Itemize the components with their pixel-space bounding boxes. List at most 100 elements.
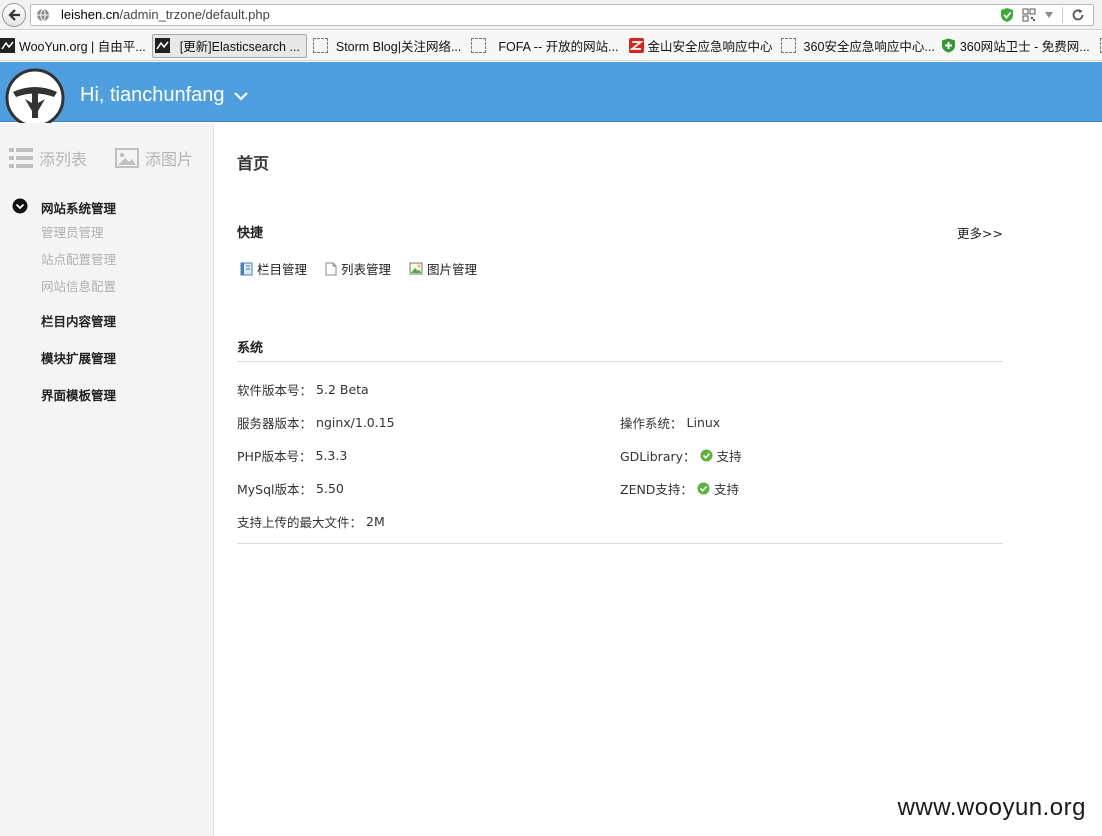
wooyun-favicon-icon bbox=[154, 38, 170, 53]
zend-row: ZEND支持： 支持 bbox=[620, 479, 739, 498]
software-version-value: 5.2 Beta bbox=[316, 382, 369, 397]
bookmark-360-wangzhan[interactable]: 360网站卫士 - 免费网... bbox=[941, 34, 1096, 58]
bookmark-label: FOFA -- 开放的网站... bbox=[498, 40, 619, 54]
check-circle-icon bbox=[697, 482, 710, 495]
bookmark-label: WooYun.org | 自由平... bbox=[19, 40, 146, 54]
bookmark-label: 金山安全应急响应中心 bbox=[647, 40, 773, 54]
bookmark-label: 360安全应急响应中心... bbox=[803, 40, 935, 54]
watermark: www.wooyun.org bbox=[897, 794, 1086, 821]
quick-links: 栏目管理 列表管理 图片管理 bbox=[240, 259, 477, 278]
quick-link-picture-manage[interactable]: 图片管理 bbox=[409, 259, 477, 278]
shield-check-icon[interactable] bbox=[1000, 7, 1014, 23]
back-arrow-icon bbox=[8, 9, 20, 21]
sidebar-group-module-extension[interactable]: 模块扩展管理 bbox=[0, 347, 213, 367]
bookmark-360-src[interactable]: 360安全应急响应中心... bbox=[780, 34, 941, 58]
app-header: Hi, tianchunfang bbox=[0, 62, 1102, 128]
bookmark-elasticsearch[interactable]: [更新]Elasticsearch ... bbox=[151, 33, 307, 58]
bookmark-wooyun[interactable]: WooYun.org | 自由平... bbox=[0, 34, 152, 58]
upload-max-row: 支持上传的最大文件： 2M bbox=[237, 512, 385, 531]
quick-link-column-manage[interactable]: 栏目管理 bbox=[240, 259, 307, 278]
os-label: 操作系统： bbox=[620, 416, 683, 431]
bookmark-kingsoft[interactable]: 金山安全应急响应中心 bbox=[628, 34, 779, 58]
php-version-value: 5.3.3 bbox=[315, 448, 348, 463]
url-domain: leishen.cn bbox=[61, 7, 120, 22]
server-version-value: nginx/1.0.15 bbox=[316, 415, 395, 430]
wooyun-favicon-icon bbox=[0, 38, 15, 53]
back-button[interactable] bbox=[2, 3, 26, 27]
software-version-label: 软件版本号： bbox=[237, 383, 313, 398]
add-image-label: 添图片 bbox=[145, 150, 194, 169]
sidebar-group-ui-template[interactable]: 界面模板管理 bbox=[0, 384, 213, 404]
qr-code-icon[interactable] bbox=[1022, 8, 1036, 22]
bookmark-label: [更新]Elasticsearch ... bbox=[179, 40, 300, 54]
blank-page-icon bbox=[780, 38, 796, 53]
main-content: 首页 快捷 更多>> 栏目管理 列表管理 图片管理 系统 软件版本号： 5.2 … bbox=[237, 123, 1003, 836]
globe-icon bbox=[37, 8, 49, 22]
gdlibrary-row: GDLibrary： 支持 bbox=[620, 446, 742, 465]
server-version-label: 服务器版本： bbox=[237, 416, 313, 431]
page-title: 首页 bbox=[237, 154, 270, 173]
check-circle-icon bbox=[700, 449, 713, 462]
sidebar-group-label: 模块扩展管理 bbox=[41, 350, 117, 366]
bookmark-storm-blog[interactable]: Storm Blog|关注网络... bbox=[312, 34, 468, 58]
bookmark-label: 360网站卫士 - 免费网... bbox=[959, 40, 1090, 54]
add-image-button[interactable]: 添图片 bbox=[115, 146, 193, 170]
green-shield-icon bbox=[941, 38, 955, 53]
zend-label: ZEND支持： bbox=[620, 482, 693, 497]
bookmark-label: Storm Blog|关注网络... bbox=[335, 40, 462, 54]
quick-link-label: 图片管理 bbox=[427, 262, 478, 277]
kingsoft-favicon-icon bbox=[628, 38, 644, 53]
sidebar: 添列表 添图片 网站系统管理 管理员管理 站点配置管理 网站信息配置 栏目内容管… bbox=[0, 123, 214, 836]
divider bbox=[237, 543, 1003, 544]
sidebar-group-column-content[interactable]: 栏目内容管理 bbox=[0, 310, 213, 330]
mysql-version-label: MySql版本： bbox=[237, 482, 313, 497]
user-menu-toggle[interactable]: Hi, tianchunfang bbox=[80, 84, 249, 107]
php-version-label: PHP版本号： bbox=[237, 449, 312, 464]
site-logo-icon bbox=[5, 68, 65, 128]
sidebar-item-site-info[interactable]: 网站信息配置 bbox=[0, 273, 213, 300]
sidebar-item-site-config[interactable]: 站点配置管理 bbox=[0, 246, 213, 273]
zend-value: 支持 bbox=[713, 482, 739, 497]
quick-link-label: 栏目管理 bbox=[257, 262, 308, 277]
chevron-down-circle-icon bbox=[12, 198, 28, 214]
page-icon bbox=[325, 262, 337, 275]
sidebar-group-site-system[interactable]: 网站系统管理 bbox=[0, 197, 213, 217]
quick-link-label: 列表管理 bbox=[341, 262, 392, 277]
bookmark-fofa[interactable]: FOFA -- 开放的网站... bbox=[471, 34, 624, 58]
sidebar-group-label: 网站系统管理 bbox=[41, 200, 117, 216]
mysql-version-value: 5.50 bbox=[316, 481, 344, 496]
gdlibrary-value: 支持 bbox=[716, 449, 742, 464]
upload-max-label: 支持上传的最大文件： bbox=[237, 515, 363, 530]
software-version-row: 软件版本号： 5.2 Beta bbox=[237, 380, 369, 399]
chevron-down-icon bbox=[233, 91, 248, 101]
quick-link-list-manage[interactable]: 列表管理 bbox=[325, 259, 391, 278]
divider bbox=[237, 361, 1003, 362]
gdlibrary-label: GDLibrary： bbox=[620, 449, 696, 464]
system-section-title: 系统 bbox=[237, 341, 264, 356]
php-version-row: PHP版本号： 5.3.3 bbox=[237, 446, 347, 465]
list-icon bbox=[9, 148, 33, 168]
url-path: /admin_trzone/default.php bbox=[119, 7, 270, 22]
mysql-version-row: MySql版本： 5.50 bbox=[237, 479, 344, 498]
more-link[interactable]: 更多>> bbox=[957, 223, 1003, 242]
server-version-row: 服务器版本： nginx/1.0.15 bbox=[237, 413, 395, 432]
upload-max-value: 2M bbox=[366, 514, 385, 529]
os-value: Linux bbox=[686, 415, 721, 430]
dropdown-arrow-icon[interactable] bbox=[1044, 10, 1054, 20]
blank-page-icon bbox=[312, 38, 328, 53]
sidebar-item-admin-manage[interactable]: 管理员管理 bbox=[0, 219, 213, 246]
image-icon bbox=[115, 148, 140, 168]
add-list-button[interactable]: 添列表 bbox=[9, 146, 87, 170]
add-list-label: 添列表 bbox=[39, 150, 88, 169]
sidebar-menu: 网站系统管理 管理员管理 站点配置管理 网站信息配置 栏目内容管理 模块扩展管理… bbox=[0, 197, 213, 404]
os-row: 操作系统： Linux bbox=[620, 413, 720, 432]
greeting-text: Hi, tianchunfang bbox=[80, 84, 225, 106]
blank-page-icon bbox=[471, 38, 487, 53]
sidebar-group-label: 界面模板管理 bbox=[41, 387, 117, 403]
reload-icon[interactable] bbox=[1071, 8, 1085, 22]
quick-section-title: 快捷 bbox=[237, 226, 264, 241]
sidebar-group-label: 栏目内容管理 bbox=[41, 313, 117, 329]
url-text: leishen.cn/admin_trzone/default.php bbox=[61, 7, 270, 22]
address-field[interactable]: leishen.cn/admin_trzone/default.php bbox=[30, 4, 1094, 26]
picture-icon bbox=[409, 262, 423, 275]
